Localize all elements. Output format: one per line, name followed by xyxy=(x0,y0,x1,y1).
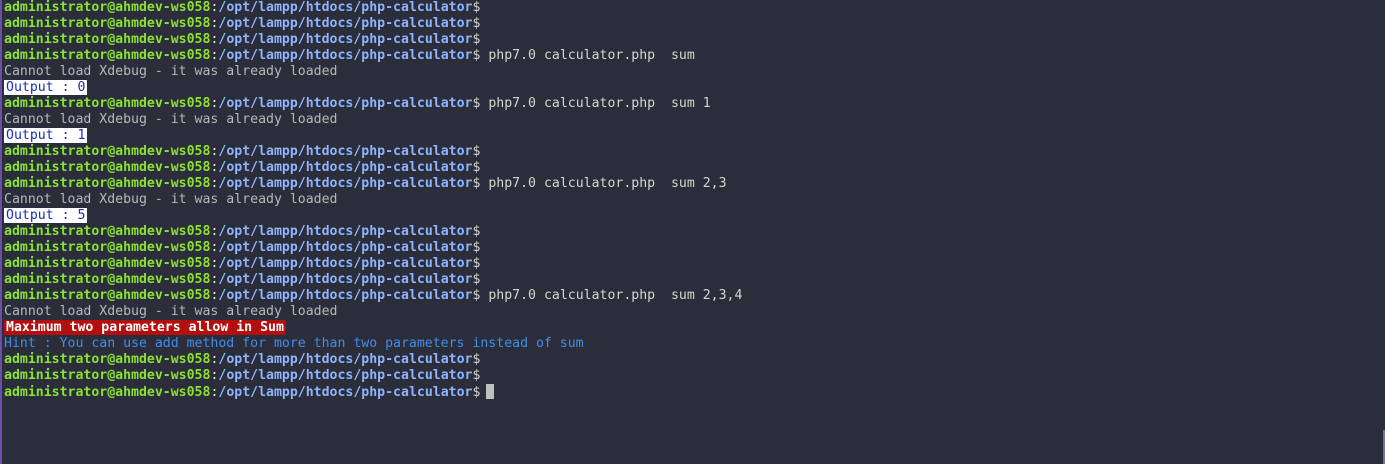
terminal-window[interactable]: administrator@ahmdev-ws058:/opt/lampp/ht… xyxy=(0,0,1385,464)
prompt-symbol: $ xyxy=(472,368,481,383)
output-line: Output : 1 xyxy=(4,128,742,144)
prompt-path: /opt/lampp/htdocs/php-calculator xyxy=(218,256,473,271)
prompt-line: administrator@ahmdev-ws058:/opt/lampp/ht… xyxy=(4,352,742,368)
output-text: Output : 5 xyxy=(4,208,88,223)
prompt-line: administrator@ahmdev-ws058:/opt/lampp/ht… xyxy=(4,256,742,272)
cursor-block xyxy=(486,384,495,399)
prompt-user-host: administrator@ahmdev-ws058 xyxy=(4,240,211,255)
prompt-symbol: $ xyxy=(472,240,481,255)
prompt-path: /opt/lampp/htdocs/php-calculator xyxy=(218,368,473,383)
prompt-symbol: $ xyxy=(472,352,481,367)
warning-line: Cannot load Xdebug - it was already load… xyxy=(4,304,742,320)
prompt-symbol: $ xyxy=(472,32,481,47)
prompt-symbol: $ xyxy=(472,16,481,31)
warning-text: Cannot load Xdebug - it was already load… xyxy=(4,64,338,79)
output-line: Output : 0 xyxy=(4,80,742,96)
command-text: php7.0 calculator.php sum 1 xyxy=(480,96,711,111)
prompt-symbol: $ xyxy=(472,144,481,159)
warning-line: Cannot load Xdebug - it was already load… xyxy=(4,112,742,128)
prompt-user-host: administrator@ahmdev-ws058 xyxy=(4,0,211,15)
prompt-line: administrator@ahmdev-ws058:/opt/lampp/ht… xyxy=(4,144,742,160)
error-line: Maximum two parameters allow in Sum xyxy=(4,320,742,336)
prompt-user-host: administrator@ahmdev-ws058 xyxy=(4,288,211,303)
error-text: Maximum two parameters allow in Sum xyxy=(4,320,286,335)
prompt-user-host: administrator@ahmdev-ws058 xyxy=(4,256,211,271)
prompt-symbol: $ xyxy=(472,272,481,287)
prompt-user-host: administrator@ahmdev-ws058 xyxy=(4,16,211,31)
prompt-user-host: administrator@ahmdev-ws058 xyxy=(4,385,211,400)
prompt-path: /opt/lampp/htdocs/php-calculator xyxy=(218,272,473,287)
prompt-user-host: administrator@ahmdev-ws058 xyxy=(4,32,211,47)
output-text: Output : 1 xyxy=(4,128,88,143)
prompt-line: administrator@ahmdev-ws058:/opt/lampp/ht… xyxy=(4,368,742,384)
command-text: php7.0 calculator.php sum 2,3 xyxy=(480,176,727,191)
prompt-symbol: $ xyxy=(472,256,481,271)
warning-line: Cannot load Xdebug - it was already load… xyxy=(4,64,742,80)
prompt-user-host: administrator@ahmdev-ws058 xyxy=(4,96,211,111)
prompt-user-host: administrator@ahmdev-ws058 xyxy=(4,160,211,175)
prompt-user-host: administrator@ahmdev-ws058 xyxy=(4,352,211,367)
prompt-user-host: administrator@ahmdev-ws058 xyxy=(4,144,211,159)
prompt-user-host: administrator@ahmdev-ws058 xyxy=(4,176,211,191)
prompt-line: administrator@ahmdev-ws058:/opt/lampp/ht… xyxy=(4,48,742,64)
prompt-symbol: $ xyxy=(472,224,481,239)
prompt-user-host: administrator@ahmdev-ws058 xyxy=(4,48,211,63)
prompt-line: administrator@ahmdev-ws058:/opt/lampp/ht… xyxy=(4,272,742,288)
prompt-user-host: administrator@ahmdev-ws058 xyxy=(4,272,211,287)
prompt-symbol: $ xyxy=(472,0,481,15)
prompt-path: /opt/lampp/htdocs/php-calculator xyxy=(218,176,473,191)
prompt-line: administrator@ahmdev-ws058:/opt/lampp/ht… xyxy=(4,288,742,304)
prompt-user-host: administrator@ahmdev-ws058 xyxy=(4,224,211,239)
prompt-path: /opt/lampp/htdocs/php-calculator xyxy=(218,0,473,15)
prompt-path: /opt/lampp/htdocs/php-calculator xyxy=(218,16,473,31)
prompt-path: /opt/lampp/htdocs/php-calculator xyxy=(218,352,473,367)
hint-line: Hint : You can use add method for more t… xyxy=(4,336,742,352)
prompt-path: /opt/lampp/htdocs/php-calculator xyxy=(218,160,473,175)
prompt-line: administrator@ahmdev-ws058:/opt/lampp/ht… xyxy=(4,176,742,192)
output-line: Output : 5 xyxy=(4,208,742,224)
prompt-line: administrator@ahmdev-ws058:/opt/lampp/ht… xyxy=(4,96,742,112)
prompt-path: /opt/lampp/htdocs/php-calculator xyxy=(218,144,473,159)
prompt-line: administrator@ahmdev-ws058:/opt/lampp/ht… xyxy=(4,0,742,16)
prompt-symbol: $ xyxy=(472,160,481,175)
warning-text: Cannot load Xdebug - it was already load… xyxy=(4,304,338,319)
prompt-path: /opt/lampp/htdocs/php-calculator xyxy=(218,224,473,239)
prompt-line: administrator@ahmdev-ws058:/opt/lampp/ht… xyxy=(4,160,742,176)
prompt-symbol: $ xyxy=(472,385,481,400)
warning-text: Cannot load Xdebug - it was already load… xyxy=(4,112,338,127)
prompt-line: administrator@ahmdev-ws058:/opt/lampp/ht… xyxy=(4,384,742,400)
prompt-line: administrator@ahmdev-ws058:/opt/lampp/ht… xyxy=(4,16,742,32)
command-text: php7.0 calculator.php sum 2,3,4 xyxy=(480,288,743,303)
warning-line: Cannot load Xdebug - it was already load… xyxy=(4,192,742,208)
hint-text: Hint : You can use add method for more t… xyxy=(4,336,584,351)
prompt-path: /opt/lampp/htdocs/php-calculator xyxy=(218,288,473,303)
prompt-line: administrator@ahmdev-ws058:/opt/lampp/ht… xyxy=(4,224,742,240)
prompt-line: administrator@ahmdev-ws058:/opt/lampp/ht… xyxy=(4,240,742,256)
prompt-line: administrator@ahmdev-ws058:/opt/lampp/ht… xyxy=(4,32,742,48)
prompt-user-host: administrator@ahmdev-ws058 xyxy=(4,368,211,383)
warning-text: Cannot load Xdebug - it was already load… xyxy=(4,192,338,207)
prompt-path: /opt/lampp/htdocs/php-calculator xyxy=(218,48,473,63)
prompt-path: /opt/lampp/htdocs/php-calculator xyxy=(218,385,473,400)
prompt-path: /opt/lampp/htdocs/php-calculator xyxy=(218,96,473,111)
prompt-path: /opt/lampp/htdocs/php-calculator xyxy=(218,240,473,255)
prompt-path: /opt/lampp/htdocs/php-calculator xyxy=(218,32,473,47)
command-text: php7.0 calculator.php sum xyxy=(480,48,695,63)
output-text: Output : 0 xyxy=(4,80,88,95)
terminal-output: administrator@ahmdev-ws058:/opt/lampp/ht… xyxy=(4,0,742,400)
